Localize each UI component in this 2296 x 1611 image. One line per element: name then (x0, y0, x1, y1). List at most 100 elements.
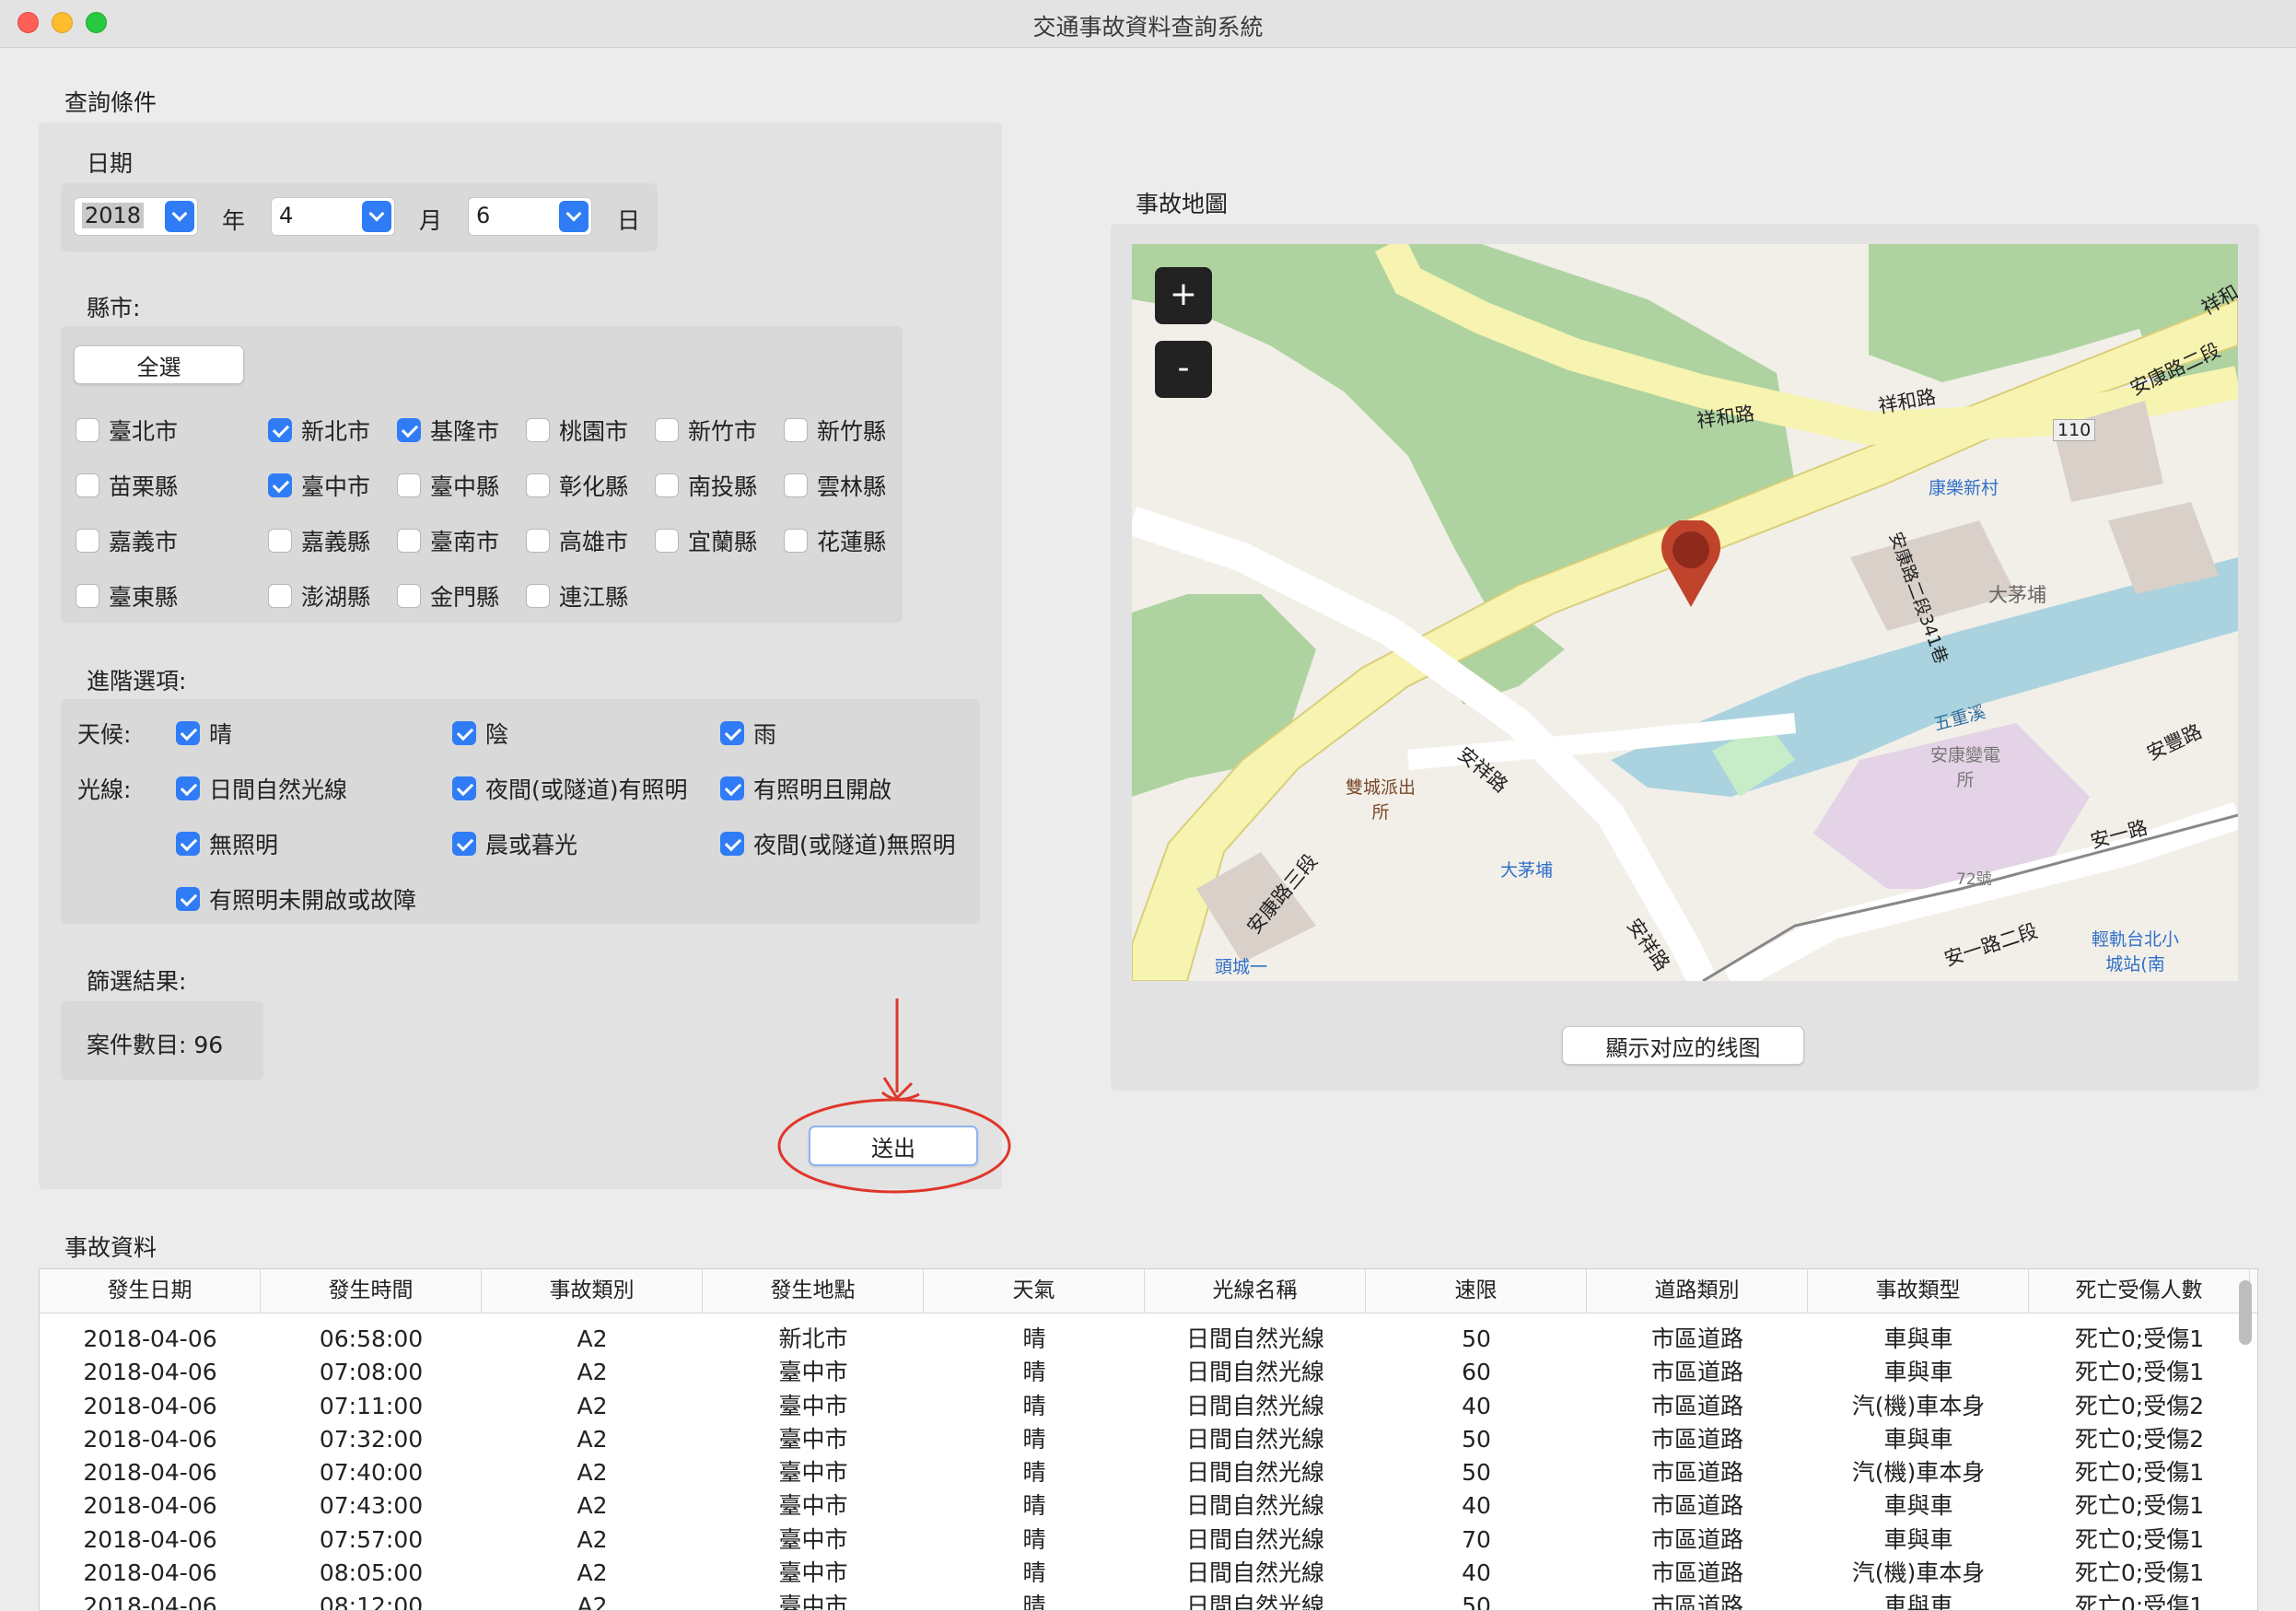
checkbox-box[interactable] (176, 776, 200, 800)
map-marker-icon[interactable] (1660, 520, 1722, 609)
show-chart-button[interactable]: 顯示对应的线图 (1562, 1026, 1804, 1065)
county-checkbox[interactable]: 雲林縣 (784, 469, 886, 502)
checkbox-box[interactable] (655, 473, 679, 497)
weather-checkbox[interactable]: 陰 (452, 717, 508, 750)
chevron-down-icon[interactable] (165, 201, 194, 232)
table-row[interactable]: 2018-04-06 07:43:00 A2 臺中市 晴 日間自然光線 40 市區道路 車與車 死… (40, 1489, 2257, 1523)
county-checkbox[interactable]: 金門縣 (397, 579, 499, 613)
checkbox-box[interactable] (176, 721, 200, 745)
column-header[interactable]: 事故類型 (1808, 1269, 2029, 1313)
zoom-out-button[interactable]: - (1155, 341, 1212, 398)
light-checkbox[interactable]: 有照明且開啟 (720, 772, 892, 805)
county-checkbox[interactable]: 臺中市 (268, 469, 370, 502)
chevron-down-icon[interactable] (362, 201, 391, 232)
checkbox-box[interactable] (268, 418, 292, 442)
checkbox-box[interactable] (452, 776, 476, 800)
vertical-scrollbar[interactable] (2239, 1280, 2252, 1345)
county-checkbox[interactable]: 新竹市 (655, 414, 757, 447)
county-checkbox[interactable]: 苗栗縣 (76, 469, 178, 502)
table-cell: 晴 (1022, 1425, 1046, 1453)
checkbox-box[interactable] (720, 832, 744, 856)
checkbox-box[interactable] (76, 473, 99, 497)
checkbox-box[interactable] (397, 418, 421, 442)
light-checkbox[interactable]: 日間自然光線 (176, 772, 347, 805)
column-header[interactable]: 速限 (1366, 1269, 1587, 1313)
map-label: 雙城派出所 (1345, 777, 1416, 823)
county-checkbox[interactable]: 臺南市 (397, 524, 499, 557)
checkbox-box[interactable] (526, 529, 550, 553)
county-checkbox[interactable]: 桃園市 (526, 414, 628, 447)
table-row[interactable]: 2018-04-06 08:05:00 A2 臺中市 晴 日間自然光線 40 市區道路 汽(機)… (40, 1557, 2257, 1590)
light-checkbox[interactable]: 有照明未開啟或故障 (176, 882, 416, 916)
column-header[interactable]: 死亡受傷人數 (2029, 1269, 2250, 1313)
column-header[interactable]: 光線名稱 (1145, 1269, 1366, 1313)
county-checkbox[interactable]: 臺北市 (76, 414, 178, 447)
checkbox-box[interactable] (452, 832, 476, 856)
county-checkbox[interactable]: 嘉義縣 (268, 524, 370, 557)
checkbox-box[interactable] (268, 529, 292, 553)
table-row[interactable]: 2018-04-06 06:58:00 A2 新北市 晴 日間自然光線 50 市區道路 車與車 死… (40, 1323, 2257, 1356)
county-checkbox[interactable]: 新竹縣 (784, 414, 886, 447)
checkbox-box[interactable] (526, 473, 550, 497)
zoom-in-button[interactable]: + (1155, 267, 1212, 324)
table-row[interactable]: 2018-04-06 07:40:00 A2 臺中市 晴 日間自然光線 50 市區道路 汽(機)… (40, 1456, 2257, 1489)
table-row[interactable]: 2018-04-06 07:11:00 A2 臺中市 晴 日間自然光線 40 市區道路 汽(機)… (40, 1390, 2257, 1423)
select-all-button[interactable]: 全選 (74, 345, 244, 384)
table-cell: 車與車 (1883, 1492, 1953, 1520)
checkbox-box[interactable] (397, 529, 421, 553)
checkbox-box[interactable] (268, 473, 292, 497)
county-checkbox[interactable]: 嘉義市 (76, 524, 178, 557)
column-header[interactable]: 道路類別 (1587, 1269, 1808, 1313)
column-header[interactable]: 發生地點 (703, 1269, 924, 1313)
accident-map[interactable]: + - 祥和路 祥和路 祥和 安康路二段 110 康樂新村 大茅埔 安康路二段3… (1132, 244, 2238, 981)
checkbox-box[interactable] (784, 529, 808, 553)
county-checkbox[interactable]: 花蓮縣 (784, 524, 886, 557)
checkbox-box[interactable] (720, 721, 744, 745)
table-row[interactable]: 2018-04-06 07:32:00 A2 臺中市 晴 日間自然光線 50 市區道路 車與車 死… (40, 1423, 2257, 1456)
county-checkbox[interactable]: 基隆市 (397, 414, 499, 447)
weather-checkbox[interactable]: 晴 (176, 717, 232, 750)
checkbox-box[interactable] (176, 832, 200, 856)
checkbox-box[interactable] (268, 584, 292, 608)
checkbox-box[interactable] (526, 418, 550, 442)
light-checkbox[interactable]: 無照明 (176, 827, 278, 860)
light-checkbox[interactable]: 晨或暮光 (452, 827, 577, 860)
checkbox-box[interactable] (452, 721, 476, 745)
checkbox-box[interactable] (655, 418, 679, 442)
day-select[interactable]: 6 (468, 197, 592, 236)
checkbox-box[interactable] (655, 529, 679, 553)
accident-table[interactable]: 發生日期 發生時間 事故類別 發生地點 天氣 光線名稱 速限 道路類別 事故類型 死亡受傷人數 2… (39, 1268, 2258, 1611)
checkbox-box[interactable] (76, 529, 99, 553)
county-checkbox[interactable]: 臺中縣 (397, 469, 499, 502)
column-header[interactable]: 事故類別 (482, 1269, 703, 1313)
county-checkbox[interactable]: 臺東縣 (76, 579, 178, 613)
checkbox-box[interactable] (784, 473, 808, 497)
county-checkbox[interactable]: 澎湖縣 (268, 579, 370, 613)
month-select[interactable]: 4 (271, 197, 395, 236)
checkbox-box[interactable] (526, 584, 550, 608)
county-checkbox[interactable]: 高雄市 (526, 524, 628, 557)
checkbox-box[interactable] (397, 584, 421, 608)
checkbox-box[interactable] (76, 584, 99, 608)
year-select[interactable]: 2018 (74, 197, 198, 236)
checkbox-box[interactable] (720, 776, 744, 800)
county-checkbox[interactable]: 新北市 (268, 414, 370, 447)
table-row[interactable]: 2018-04-06 07:57:00 A2 臺中市 晴 日間自然光線 70 市區道路 車與車 死… (40, 1523, 2257, 1557)
chevron-down-icon[interactable] (559, 201, 589, 232)
county-checkbox[interactable]: 連江縣 (526, 579, 628, 613)
column-header[interactable]: 天氣 (924, 1269, 1145, 1313)
column-header[interactable]: 發生日期 (40, 1269, 261, 1313)
checkbox-box[interactable] (784, 418, 808, 442)
weather-checkbox[interactable]: 雨 (720, 717, 776, 750)
column-header[interactable]: 發生時間 (261, 1269, 482, 1313)
county-checkbox[interactable]: 彰化縣 (526, 469, 628, 502)
light-checkbox[interactable]: 夜間(或隧道)無照明 (720, 827, 956, 860)
checkbox-box[interactable] (397, 473, 421, 497)
checkbox-box[interactable] (76, 418, 99, 442)
county-checkbox[interactable]: 南投縣 (655, 469, 757, 502)
table-row[interactable]: 2018-04-06 07:08:00 A2 臺中市 晴 日間自然光線 60 市區道路 車與車 死… (40, 1356, 2257, 1389)
table-row[interactable]: 2018-04-06 08:12:00 A2 臺中市 晴 日間自然光線 50 市區道路 車與車 死… (40, 1590, 2257, 1610)
county-checkbox[interactable]: 宜蘭縣 (655, 524, 757, 557)
light-checkbox[interactable]: 夜間(或隧道)有照明 (452, 772, 688, 805)
checkbox-box[interactable] (176, 887, 200, 911)
